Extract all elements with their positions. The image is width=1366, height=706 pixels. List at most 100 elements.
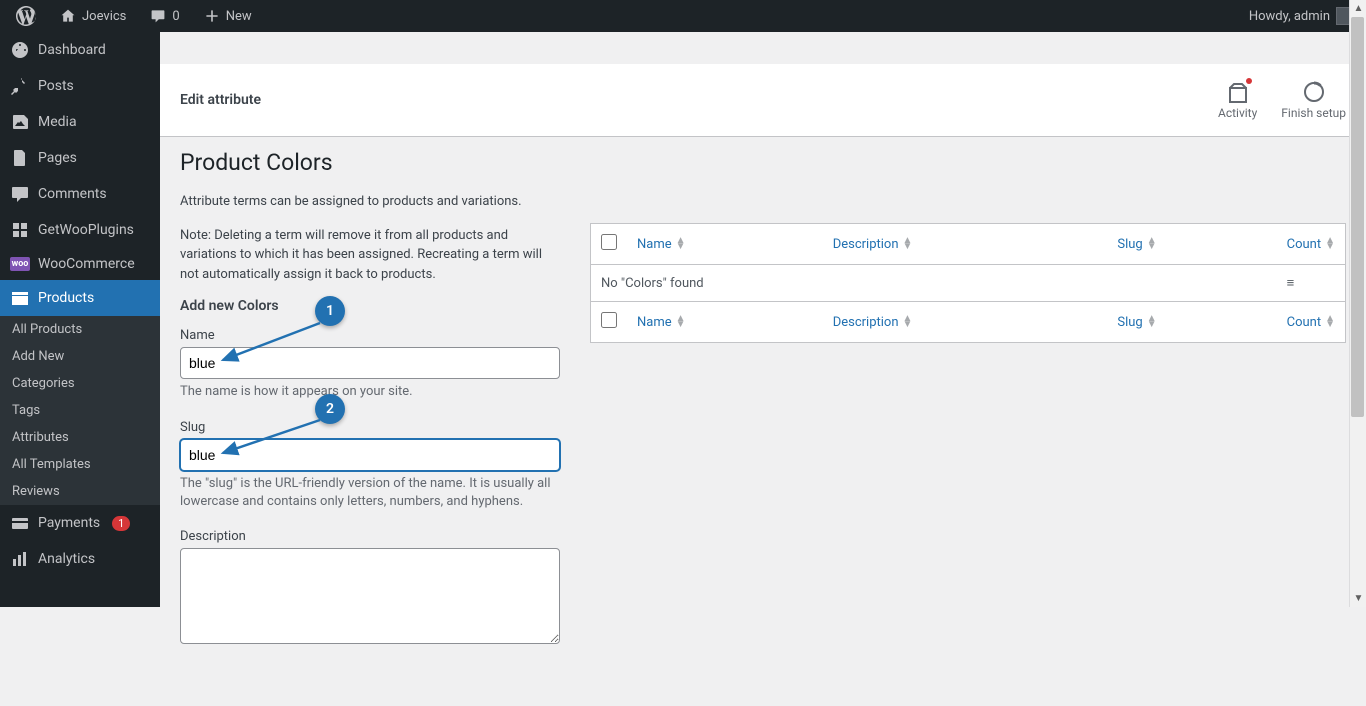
sort-icon: ▲▼ bbox=[676, 238, 686, 250]
submenu-tags[interactable]: Tags bbox=[0, 397, 160, 424]
page-title: Edit attribute bbox=[180, 92, 261, 108]
home-icon bbox=[58, 6, 78, 26]
name-desc: The name is how it appears on your site. bbox=[180, 383, 560, 401]
payments-icon bbox=[10, 513, 30, 533]
col-description-header[interactable]: Description▲▼ bbox=[823, 224, 1108, 265]
col-description-footer[interactable]: Description ▲▼ bbox=[823, 302, 1108, 343]
sort-icon: ▲▼ bbox=[903, 238, 913, 250]
menu-payments[interactable]: Payments 1 bbox=[0, 505, 160, 541]
name-input[interactable] bbox=[180, 347, 560, 379]
col-name-label: Name bbox=[637, 237, 672, 252]
plugin-icon bbox=[10, 220, 30, 240]
products-icon bbox=[10, 288, 30, 308]
col-slug-footer[interactable]: Slug▲▼ bbox=[1107, 302, 1276, 343]
submenu-add-new[interactable]: Add New bbox=[0, 343, 160, 370]
header-actions: Activity Finish setup bbox=[1218, 80, 1346, 120]
submenu-all-templates[interactable]: All Templates bbox=[0, 451, 160, 478]
menu-label: Analytics bbox=[38, 551, 95, 567]
col-slug-header[interactable]: Slug ▲▼ bbox=[1107, 224, 1276, 265]
comment-icon bbox=[10, 184, 30, 204]
admin-bar: Joevics 0 New Howdy, admin bbox=[0, 0, 1366, 32]
plus-icon bbox=[202, 6, 222, 26]
progress-icon bbox=[1302, 80, 1326, 104]
menu-analytics[interactable]: Analytics bbox=[0, 541, 160, 577]
add-heading: Add new Colors bbox=[180, 298, 560, 314]
col-name-label: Name bbox=[637, 315, 672, 330]
menu-label: Payments bbox=[38, 515, 100, 531]
comments-count: 0 bbox=[172, 9, 179, 24]
menu-label: WooCommerce bbox=[38, 256, 135, 272]
payments-badge: 1 bbox=[112, 516, 130, 531]
menu-posts[interactable]: Posts bbox=[0, 68, 160, 104]
sort-icon: ▲▼ bbox=[903, 316, 913, 328]
new-link[interactable]: New bbox=[194, 0, 260, 32]
activity-label: Activity bbox=[1218, 106, 1257, 120]
site-name: Joevics bbox=[82, 9, 126, 24]
col-slug-label: Slug bbox=[1117, 237, 1142, 252]
col-count-label: Count bbox=[1287, 315, 1321, 330]
finish-setup-label: Finish setup bbox=[1281, 106, 1346, 120]
row-menu-icon[interactable]: ≡ bbox=[1277, 265, 1346, 302]
col-name-header[interactable]: Name ▲▼ bbox=[627, 224, 823, 265]
finish-setup-button[interactable]: Finish setup bbox=[1281, 80, 1346, 120]
col-count-footer[interactable]: Count▲▼ bbox=[1277, 302, 1346, 343]
menu-getwooplugins[interactable]: GetWooPlugins bbox=[0, 212, 160, 248]
table-header-row: Name ▲▼ Description▲▼ Slug ▲▼ Count ▲▼ bbox=[591, 224, 1346, 265]
scroll-down-arrow[interactable]: ▼ bbox=[1350, 590, 1366, 607]
media-icon bbox=[10, 112, 30, 132]
name-field-wrap: Name The name is how it appears on your … bbox=[180, 328, 560, 402]
activity-button[interactable]: Activity bbox=[1218, 80, 1257, 120]
menu-label: Comments bbox=[38, 186, 107, 202]
comments-link[interactable]: 0 bbox=[140, 0, 187, 32]
comment-icon bbox=[148, 6, 168, 26]
menu-products[interactable]: Products bbox=[0, 280, 160, 316]
menu-pages[interactable]: Pages bbox=[0, 140, 160, 176]
menu-label: GetWooPlugins bbox=[38, 222, 134, 238]
activity-icon bbox=[1226, 80, 1250, 104]
no-items-text: No "Colors" found bbox=[591, 265, 1277, 302]
menu-media[interactable]: Media bbox=[0, 104, 160, 140]
select-all-header bbox=[591, 224, 628, 265]
scroll-up-arrow[interactable]: ▲ bbox=[1350, 0, 1366, 17]
sort-icon: ▲▼ bbox=[1147, 238, 1157, 250]
description-textarea[interactable] bbox=[180, 548, 560, 644]
site-name-link[interactable]: Joevics bbox=[50, 0, 134, 32]
table-footer-row: Name▲▼ Description ▲▼ Slug▲▼ Count▲▼ bbox=[591, 302, 1346, 343]
submenu-categories[interactable]: Categories bbox=[0, 370, 160, 397]
page-header: Edit attribute Activity Finish setup bbox=[160, 64, 1366, 137]
sort-icon: ▲▼ bbox=[1325, 238, 1335, 250]
name-label: Name bbox=[180, 328, 560, 343]
products-submenu: All Products Add New Categories Tags Att… bbox=[0, 316, 160, 505]
analytics-icon bbox=[10, 549, 30, 569]
left-column: Product Colors Attribute terms can be as… bbox=[180, 149, 560, 666]
slug-input[interactable] bbox=[180, 439, 560, 471]
wordpress-icon bbox=[16, 6, 36, 26]
menu-comments[interactable]: Comments bbox=[0, 176, 160, 212]
select-all-checkbox-footer[interactable] bbox=[601, 312, 617, 328]
content-wrap: Product Colors Attribute terms can be as… bbox=[160, 137, 1366, 706]
pin-icon bbox=[10, 76, 30, 96]
menu-woocommerce[interactable]: woo WooCommerce bbox=[0, 248, 160, 280]
wp-logo[interactable] bbox=[8, 0, 44, 32]
menu-label: Pages bbox=[38, 150, 77, 166]
description-field-wrap: Description bbox=[180, 529, 560, 648]
col-count-label: Count bbox=[1287, 237, 1321, 252]
help-text-2: Note: Deleting a term will remove it fro… bbox=[180, 226, 560, 285]
right-column: Name▲▼ Description▲▼ Slug▲▼ Count▲▼ No "… bbox=[590, 149, 1346, 666]
col-count-header[interactable]: Count ▲▼ bbox=[1277, 224, 1346, 265]
admin-bar-right[interactable]: Howdy, admin bbox=[1249, 7, 1358, 25]
submenu-attributes[interactable]: Attributes bbox=[0, 424, 160, 451]
menu-label: Posts bbox=[38, 78, 74, 94]
select-all-checkbox[interactable] bbox=[601, 234, 617, 250]
submenu-reviews[interactable]: Reviews bbox=[0, 478, 160, 505]
woocommerce-icon: woo bbox=[10, 257, 30, 271]
submenu-all-products[interactable]: All Products bbox=[0, 316, 160, 343]
menu-dashboard[interactable]: Dashboard bbox=[0, 32, 160, 68]
scrollbar[interactable]: ▲ ▼ bbox=[1349, 0, 1366, 607]
main-content: Edit attribute Activity Finish setup Pro… bbox=[160, 64, 1366, 706]
scrollbar-thumb[interactable] bbox=[1351, 17, 1364, 417]
select-all-footer bbox=[591, 302, 628, 343]
col-description-label: Description bbox=[833, 315, 899, 330]
col-name-footer[interactable]: Name▲▼ bbox=[627, 302, 823, 343]
admin-sidebar: Dashboard Posts Media Pages Comments Get… bbox=[0, 32, 160, 607]
